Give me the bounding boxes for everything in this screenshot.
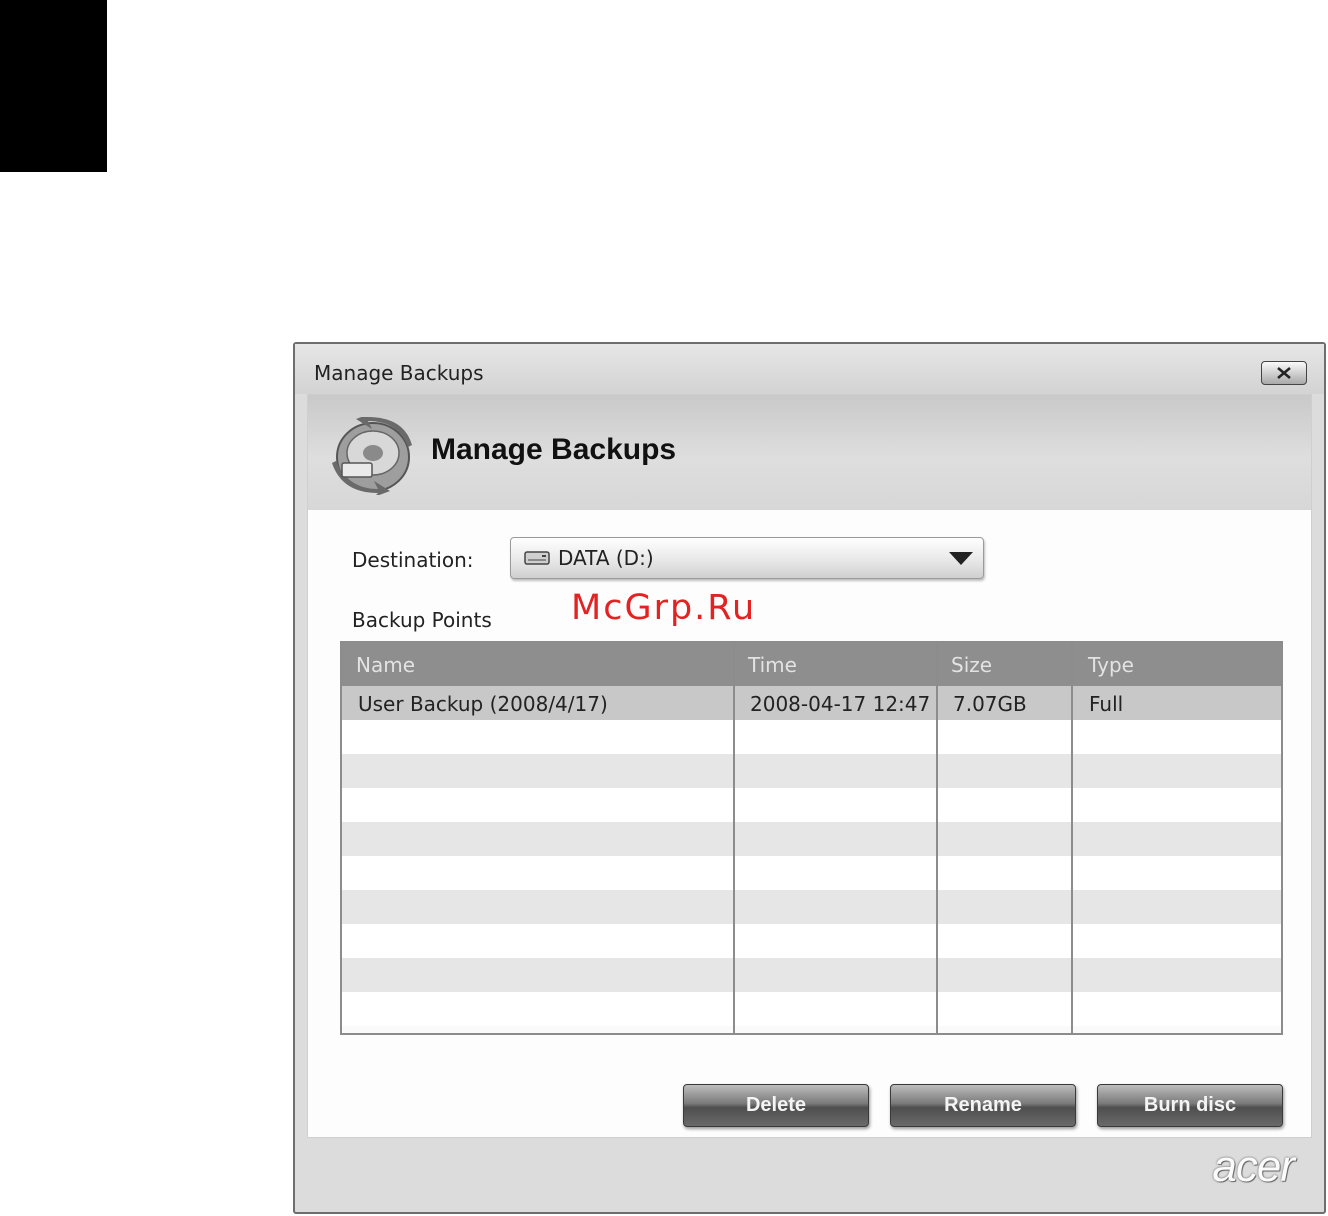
column-header-name[interactable]: Name: [356, 653, 415, 677]
watermark: McGrp.Ru: [571, 588, 757, 628]
empty-row: [342, 924, 1281, 958]
column-divider: [733, 643, 735, 1033]
column-divider: [1071, 643, 1073, 1033]
rename-button[interactable]: Rename: [890, 1084, 1076, 1127]
cell-type: Full: [1089, 692, 1124, 716]
empty-row: [342, 992, 1281, 1026]
acer-logo: acer: [1212, 1142, 1295, 1191]
table-row[interactable]: User Backup (2008/4/17) 2008-04-17 12:47…: [342, 686, 1281, 720]
empty-row: [342, 788, 1281, 822]
column-header-time[interactable]: Time: [748, 653, 797, 677]
empty-row: [342, 720, 1281, 754]
backup-disk-icon: [332, 417, 412, 495]
column-header-size[interactable]: Size: [951, 653, 992, 677]
column-divider: [936, 643, 938, 1033]
dialog-content: Manage Backups Destination: DATA (D:) Ba…: [307, 394, 1312, 1138]
backup-points-label: Backup Points: [352, 608, 492, 632]
cell-size: 7.07GB: [953, 692, 1027, 716]
chevron-down-icon[interactable]: [949, 552, 973, 565]
empty-row: [342, 856, 1281, 890]
side-tab-marker: [0, 0, 107, 172]
manage-backups-dialog: Manage Backups Manage Backups Destinatio…: [293, 342, 1326, 1214]
empty-row: [342, 754, 1281, 788]
hard-drive-icon: [524, 551, 550, 565]
window-title: Manage Backups: [314, 361, 484, 385]
delete-button[interactable]: Delete: [683, 1084, 869, 1127]
cell-time: 2008-04-17 12:47: [750, 692, 931, 716]
table-header: Name Time Size Type: [342, 643, 1281, 686]
destination-label: Destination:: [352, 548, 474, 572]
destination-value: DATA (D:): [558, 546, 654, 570]
backup-points-table: Name Time Size Type User Backup (2008/4/…: [340, 641, 1283, 1035]
header-title: Manage Backups: [431, 433, 677, 466]
burn-disc-button[interactable]: Burn disc: [1097, 1084, 1283, 1127]
empty-row: [342, 822, 1281, 856]
empty-row: [342, 890, 1281, 924]
close-icon: [1277, 367, 1291, 379]
cell-name: User Backup (2008/4/17): [358, 692, 608, 716]
empty-row: [342, 958, 1281, 992]
title-bar[interactable]: Manage Backups: [295, 344, 1324, 394]
close-button[interactable]: [1261, 361, 1307, 385]
header-band: Manage Backups: [308, 395, 1311, 510]
column-header-type[interactable]: Type: [1088, 653, 1134, 677]
destination-select[interactable]: DATA (D:): [510, 537, 984, 579]
